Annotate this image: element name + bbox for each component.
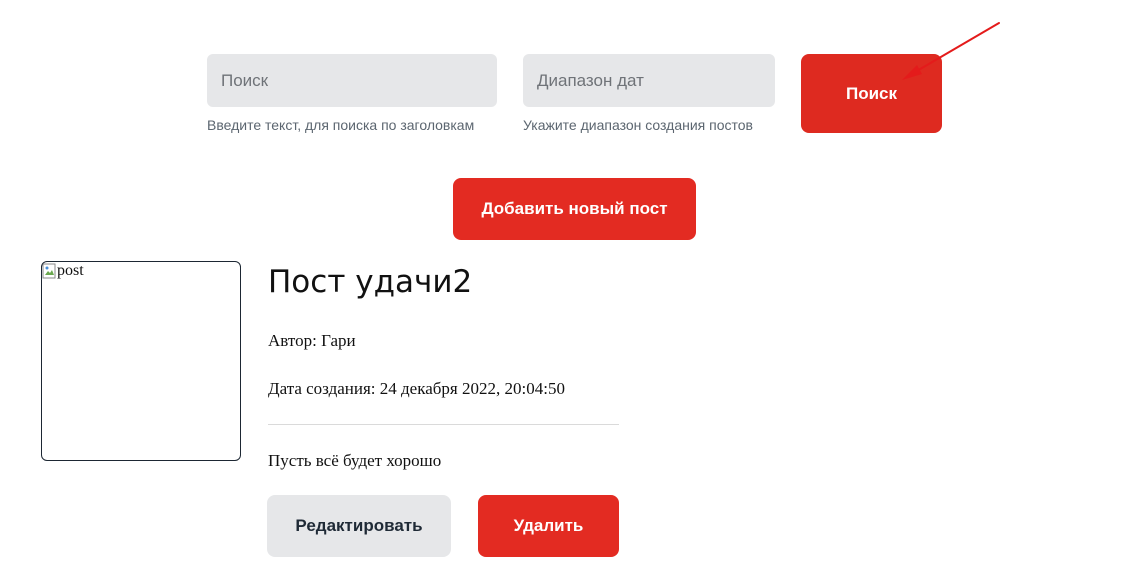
search-input-hint: Введите текст, для поиска по заголовкам — [207, 117, 475, 133]
post-divider — [268, 424, 619, 425]
edit-post-button[interactable]: Редактировать — [267, 495, 451, 557]
arrow-annotation-icon — [902, 22, 1000, 80]
broken-image-icon — [42, 263, 56, 279]
date-range-input[interactable] — [523, 54, 775, 107]
add-post-button[interactable]: Добавить новый пост — [453, 178, 696, 240]
delete-post-button[interactable]: Удалить — [478, 495, 619, 557]
post-author-label: Автор: — [268, 331, 317, 350]
post-title: Пост удачи2 — [268, 264, 473, 300]
post-image-alt-text: post — [57, 262, 84, 279]
post-image: post — [41, 261, 241, 461]
post-date: 24 декабря 2022, 20:04:50 — [379, 379, 565, 398]
post-date-line: Дата создания: 24 декабря 2022, 20:04:50 — [268, 379, 565, 399]
post-date-label: Дата создания: — [268, 379, 376, 398]
post-author: Гари — [321, 331, 356, 350]
post-body: Пусть всё будет хорошо — [268, 451, 442, 470]
date-range-hint: Укажите диапазон создания постов — [523, 117, 753, 133]
search-input[interactable] — [207, 54, 497, 107]
post-author-line: Автор: Гари — [268, 331, 356, 351]
post-image-placeholder: post — [42, 262, 84, 280]
